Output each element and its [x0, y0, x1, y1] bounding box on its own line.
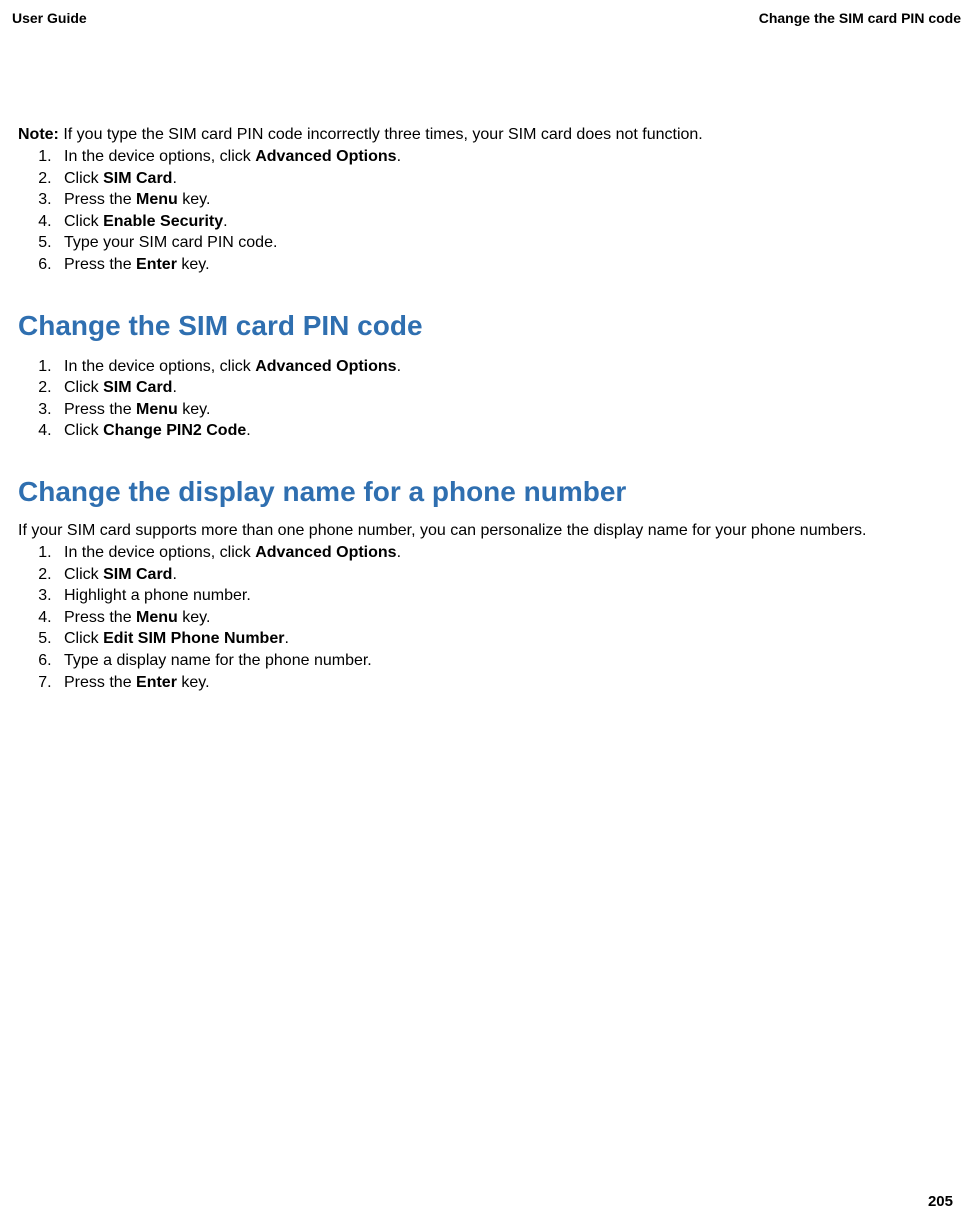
list-item: Click SIM Card.: [56, 168, 955, 190]
step-suffix: .: [397, 544, 401, 561]
step-suffix: .: [397, 358, 401, 375]
section1-steps: In the device options, click Advanced Op…: [18, 356, 955, 442]
step-suffix: .: [284, 630, 288, 647]
step-bold: Advanced Options: [255, 544, 396, 561]
step-suffix: .: [172, 566, 176, 583]
step-suffix: key.: [178, 191, 211, 208]
section2-intro: If your SIM card supports more than one …: [18, 522, 955, 540]
list-item: Press the Enter key.: [56, 254, 955, 276]
list-item: Click SIM Card.: [56, 377, 955, 399]
list-item: Type a display name for the phone number…: [56, 650, 955, 672]
step-bold: Enter: [136, 674, 177, 691]
step-prefix: Press the: [64, 256, 136, 273]
list-item: Click Edit SIM Phone Number.: [56, 628, 955, 650]
step-bold: Menu: [136, 401, 178, 418]
section2-heading: Change the display name for a phone numb…: [18, 476, 955, 508]
step-bold: SIM Card: [103, 170, 172, 187]
list-item: Click Enable Security.: [56, 211, 955, 233]
step-bold: Change PIN2 Code: [103, 422, 246, 439]
list-item: Click Change PIN2 Code.: [56, 420, 955, 442]
section1-heading: Change the SIM card PIN code: [18, 310, 955, 342]
header-right: Change the SIM card PIN code: [759, 10, 961, 26]
note-text: If you type the SIM card PIN code incorr…: [59, 126, 703, 143]
step-suffix: key.: [177, 674, 210, 691]
step-suffix: .: [246, 422, 250, 439]
step-suffix: .: [172, 170, 176, 187]
step-suffix: .: [223, 213, 227, 230]
list-item: In the device options, click Advanced Op…: [56, 146, 955, 168]
step-suffix: .: [172, 379, 176, 396]
step-prefix: Click: [64, 422, 103, 439]
list-item: Press the Menu key.: [56, 399, 955, 421]
step-prefix: Press the: [64, 401, 136, 418]
step-suffix: .: [397, 148, 401, 165]
step-prefix: In the device options, click: [64, 358, 255, 375]
step-suffix: key.: [178, 401, 211, 418]
step-bold: Advanced Options: [255, 148, 396, 165]
step-prefix: Press the: [64, 191, 136, 208]
page-content: Note: If you type the SIM card PIN code …: [0, 126, 973, 693]
page-number: 205: [928, 1193, 953, 1210]
section0-steps: In the device options, click Advanced Op…: [18, 146, 955, 276]
list-item: Press the Menu key.: [56, 607, 955, 629]
step-suffix: key.: [178, 609, 211, 626]
page-header: User Guide Change the SIM card PIN code: [0, 0, 973, 26]
step-prefix: Click: [64, 379, 103, 396]
note-label: Note:: [18, 126, 59, 143]
step-bold: Menu: [136, 191, 178, 208]
step-bold: Enter: [136, 256, 177, 273]
step-prefix: Highlight a phone number.: [64, 587, 251, 604]
note-paragraph: Note: If you type the SIM card PIN code …: [18, 126, 955, 144]
header-left: User Guide: [12, 10, 87, 26]
step-prefix: Click: [64, 213, 103, 230]
step-prefix: Press the: [64, 609, 136, 626]
list-item: Type your SIM card PIN code.: [56, 232, 955, 254]
step-suffix: key.: [177, 256, 210, 273]
list-item: In the device options, click Advanced Op…: [56, 356, 955, 378]
step-bold: Edit SIM Phone Number: [103, 630, 284, 647]
step-prefix: In the device options, click: [64, 148, 255, 165]
step-prefix: In the device options, click: [64, 544, 255, 561]
step-prefix: Click: [64, 630, 103, 647]
step-prefix: Type your SIM card PIN code.: [64, 234, 277, 251]
step-bold: SIM Card: [103, 379, 172, 396]
step-bold: Menu: [136, 609, 178, 626]
step-prefix: Click: [64, 566, 103, 583]
section2-steps: In the device options, click Advanced Op…: [18, 542, 955, 693]
step-prefix: Click: [64, 170, 103, 187]
step-prefix: Type a display name for the phone number…: [64, 652, 372, 669]
list-item: Click SIM Card.: [56, 564, 955, 586]
step-bold: Enable Security: [103, 213, 223, 230]
list-item: In the device options, click Advanced Op…: [56, 542, 955, 564]
list-item: Press the Menu key.: [56, 189, 955, 211]
step-bold: Advanced Options: [255, 358, 396, 375]
step-bold: SIM Card: [103, 566, 172, 583]
list-item: Highlight a phone number.: [56, 585, 955, 607]
list-item: Press the Enter key.: [56, 672, 955, 694]
step-prefix: Press the: [64, 674, 136, 691]
